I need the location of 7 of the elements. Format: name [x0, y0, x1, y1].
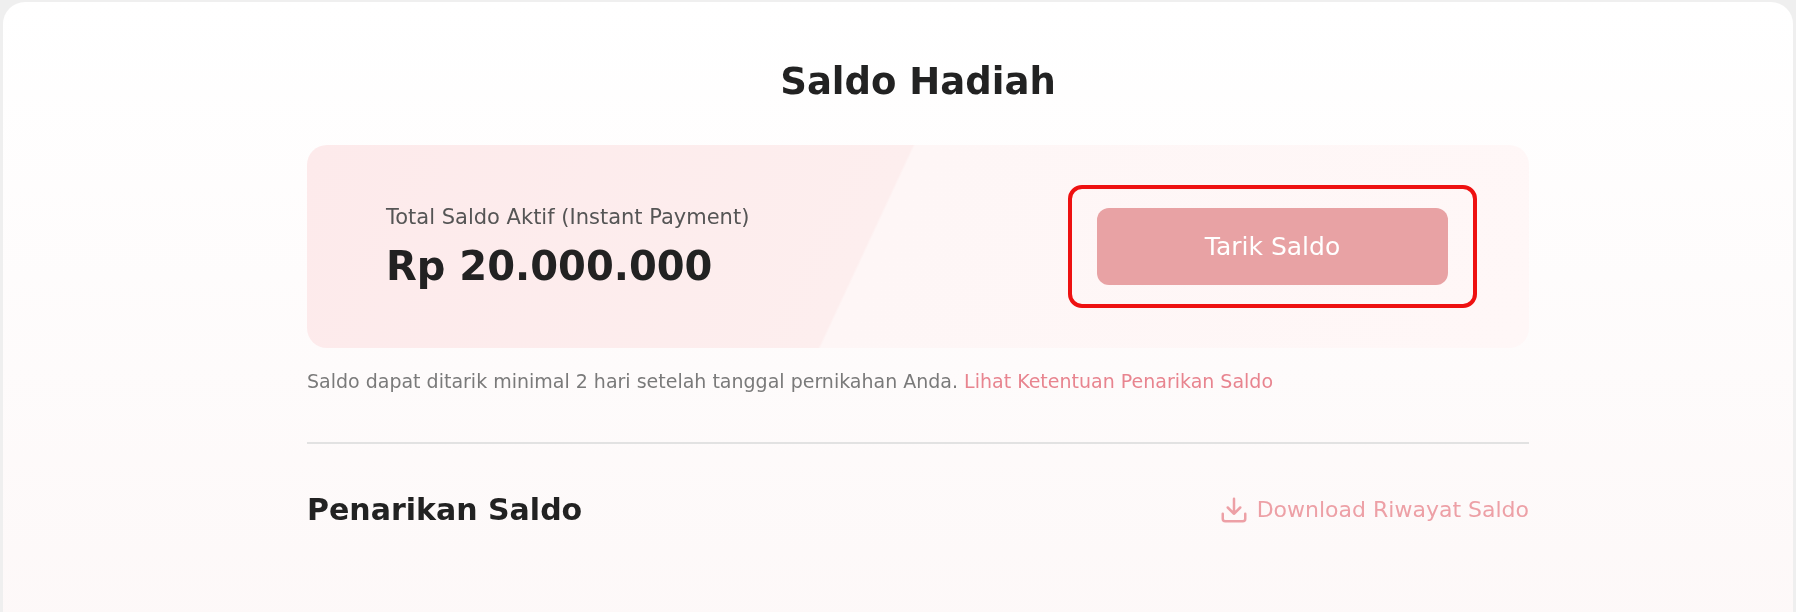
balance-label: Total Saldo Aktif (Instant Payment)	[386, 204, 750, 229]
download-link[interactable]: Download Riwayat Saldo	[1218, 494, 1529, 525]
terms-link[interactable]: Lihat Ketentuan Penarikan Saldo	[964, 370, 1274, 392]
note-text: Saldo dapat ditarik minimal 2 hari setelah tanggal pernikahan Anda. Lihat Ketentuan Penarikan Saldo	[307, 370, 1275, 392]
section-heading: Penarikan Saldo	[307, 492, 583, 527]
page-title: Saldo Hadiah	[780, 60, 1056, 103]
balance-amount: Rp 20.000.000	[386, 242, 714, 289]
